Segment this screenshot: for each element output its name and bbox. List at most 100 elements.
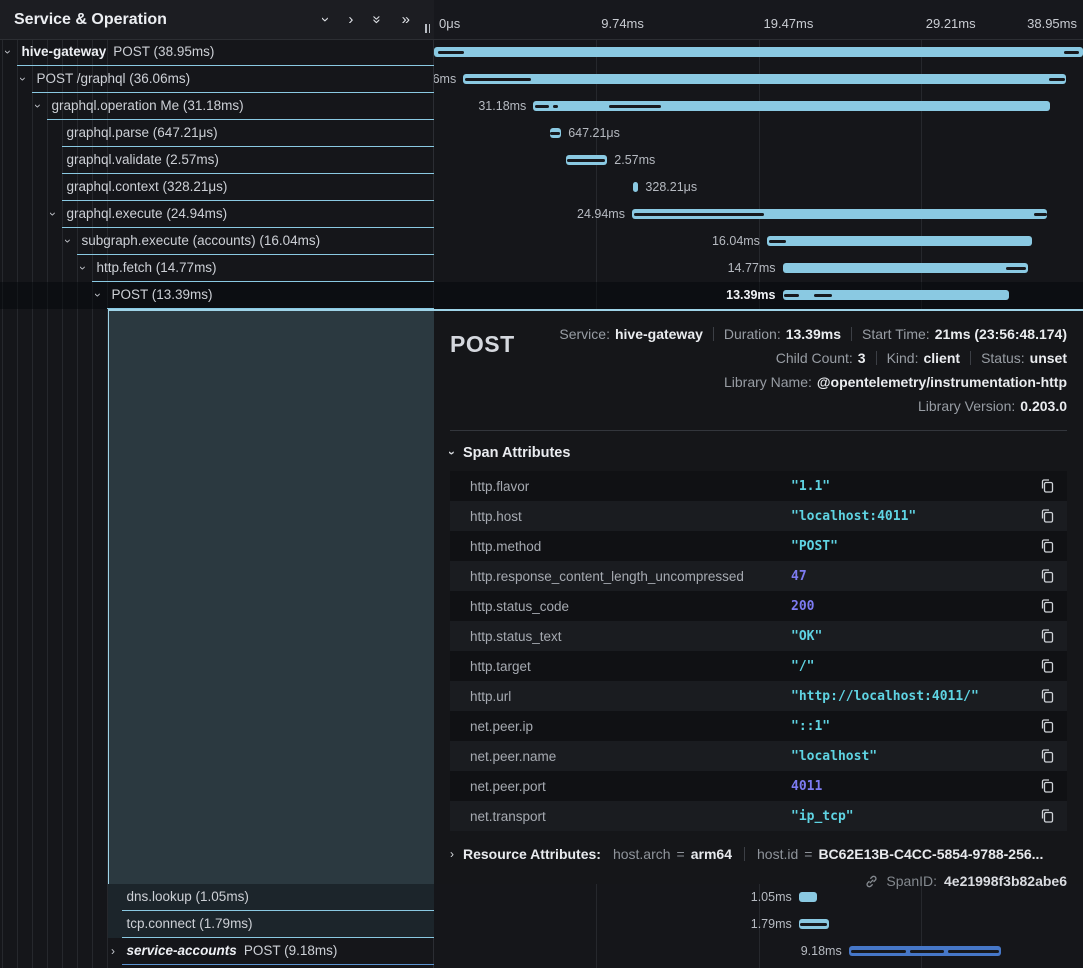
collapse-all-icon[interactable]: »: [370, 15, 385, 23]
span-detail-panel: POST Service:hive-gatewayDuration:13.39m…: [434, 309, 1083, 884]
ruler-tick-label: 29.21ms: [926, 16, 976, 31]
attribute-row: http.method "POST": [450, 531, 1067, 561]
span-row[interactable]: › subgraph.execute (accounts) (16.04ms) …: [0, 228, 1083, 255]
expand-chevron-icon[interactable]: ›: [92, 293, 104, 297]
attribute-value: "OK": [791, 629, 822, 644]
attribute-value: "1.1": [791, 479, 830, 494]
span-bar[interactable]: [633, 182, 639, 192]
resource-attributes-row[interactable]: › Resource Attributes: host.arch=arm64ho…: [450, 846, 1067, 862]
span-row[interactable]: graphql.validate (2.57ms) 2.57ms: [0, 147, 1083, 174]
bar-mark: [851, 950, 907, 953]
meta-label: Library Name:: [724, 374, 812, 390]
duration-label: 328.21μs: [645, 180, 697, 194]
span-row[interactable]: › http.fetch (14.77ms) 14.77ms: [0, 255, 1083, 282]
copy-button[interactable]: [1039, 538, 1055, 554]
operation-name: dns.lookup (1.05ms): [127, 889, 249, 904]
copy-button[interactable]: [1039, 748, 1055, 764]
copy-button[interactable]: [1039, 778, 1055, 794]
meta-line: Library Name: @opentelemetry/instrumentat…: [724, 374, 1067, 390]
meta-label: Service:: [559, 326, 610, 342]
span-row[interactable]: › POST /graphql (36.06ms) 36.06ms: [0, 66, 1083, 93]
expand-chevron-icon[interactable]: ›: [32, 104, 44, 108]
attribute-key: http.flavor: [450, 479, 791, 494]
span-row[interactable]: graphql.context (328.21μs) 328.21μs: [0, 174, 1083, 201]
expand-chevron-icon[interactable]: ›: [47, 212, 59, 216]
bar-mark: [1034, 213, 1047, 216]
span-name: tcp.connect (1.79ms): [127, 916, 253, 931]
span-bar[interactable]: [463, 74, 1066, 84]
divider: [713, 327, 714, 341]
span-bar[interactable]: [799, 892, 817, 902]
expand-chevron-icon[interactable]: ›: [17, 77, 29, 81]
bar-mark: [567, 159, 605, 162]
duration-label: 16.04ms: [712, 234, 760, 248]
span-bar[interactable]: [434, 47, 1083, 57]
chevron-right-icon: ›: [450, 847, 454, 861]
operation-name: subgraph.execute (accounts) (16.04ms): [82, 233, 321, 248]
meta-label: Status:: [981, 350, 1025, 366]
span-bar[interactable]: [783, 263, 1029, 273]
meta-value: @opentelemetry/instrumentation-http: [817, 374, 1067, 390]
expand-chevron-icon[interactable]: ›: [62, 239, 74, 243]
copy-button[interactable]: [1039, 598, 1055, 614]
expand-chevron-icon[interactable]: ›: [111, 945, 115, 957]
span-row[interactable]: › hive-gatewayPOST (38.95ms) 38.95ms: [0, 39, 1083, 66]
timeline-cell: 9.18ms: [434, 938, 1083, 965]
meta-label: Child Count:: [776, 350, 853, 366]
copy-icon: [1039, 748, 1055, 764]
ruler-tick-label: 19.47ms: [764, 16, 814, 31]
bar-mark: [535, 105, 549, 108]
copy-button[interactable]: [1039, 568, 1055, 584]
span-row[interactable]: tcp.connect (1.79ms) 1.79ms: [0, 911, 1083, 938]
copy-button[interactable]: [1039, 688, 1055, 704]
attribute-value: 200: [791, 599, 814, 614]
span-name: POST (13.39ms): [112, 287, 213, 302]
copy-icon: [1039, 778, 1055, 794]
attribute-key: http.url: [450, 689, 791, 704]
operation-name: POST (13.39ms): [112, 287, 213, 302]
expand-chevron-icon[interactable]: ›: [2, 50, 14, 54]
span-bar[interactable]: [767, 236, 1032, 246]
expanded-row-left-region: [108, 309, 434, 884]
span-row[interactable]: graphql.parse (647.21μs) 647.21μs: [0, 120, 1083, 147]
copy-button[interactable]: [1039, 478, 1055, 494]
span-title: POST: [450, 331, 515, 414]
span-name: service-accountsPOST (9.18ms): [127, 943, 338, 958]
duration-label: 31.18ms: [478, 99, 526, 113]
expand-one-icon[interactable]: ›: [348, 12, 353, 27]
operation-name: graphql.validate (2.57ms): [67, 152, 219, 167]
service-name: service-accounts: [127, 943, 237, 958]
copy-button[interactable]: [1039, 628, 1055, 644]
operation-name: POST /graphql (36.06ms): [37, 71, 191, 86]
copy-button[interactable]: [1039, 508, 1055, 524]
copy-button[interactable]: [1039, 808, 1055, 824]
meta-value: 3: [858, 350, 866, 366]
collapse-one-icon[interactable]: ›: [318, 17, 333, 22]
column-resize-grip[interactable]: [425, 24, 430, 33]
copy-icon: [1039, 658, 1055, 674]
copy-icon: [1039, 478, 1055, 494]
attribute-key: net.peer.name: [450, 749, 791, 764]
timeline-cell: 16.04ms: [434, 228, 1083, 255]
duration-label: 2.57ms: [614, 153, 655, 167]
copy-icon: [1039, 808, 1055, 824]
span-name: graphql.operation Me (31.18ms): [52, 98, 244, 113]
span-id-label: SpanID:: [886, 873, 937, 889]
span-name: http.fetch (14.77ms): [97, 260, 217, 275]
copy-button[interactable]: [1039, 718, 1055, 734]
span-row[interactable]: › graphql.execute (24.94ms) 24.94ms: [0, 201, 1083, 228]
attribute-row: net.peer.port 4011: [450, 771, 1067, 801]
expand-chevron-icon[interactable]: ›: [77, 266, 89, 270]
span-attributes-header[interactable]: › Span Attributes: [450, 445, 1067, 461]
span-row[interactable]: › POST (13.39ms) 13.39ms: [0, 282, 1083, 309]
span-row[interactable]: › graphql.operation Me (31.18ms) 31.18ms: [0, 93, 1083, 120]
copy-button[interactable]: [1039, 658, 1055, 674]
attribute-value: "http://localhost:4011/": [791, 689, 979, 704]
span-row[interactable]: › service-accountsPOST (9.18ms) 9.18ms: [0, 938, 1083, 965]
span-name: POST /graphql (36.06ms): [37, 71, 191, 86]
bar-mark: [910, 950, 944, 953]
duration-label: 24.94ms: [577, 207, 625, 221]
expand-all-icon[interactable]: »: [402, 12, 410, 27]
equals-sign: =: [804, 846, 812, 862]
attribute-row: http.flavor "1.1": [450, 471, 1067, 501]
